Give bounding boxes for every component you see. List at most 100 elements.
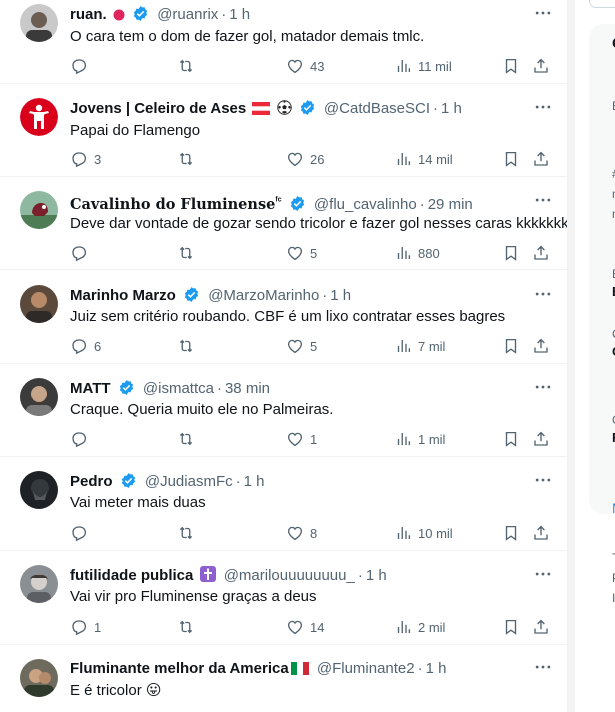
retweet-button[interactable] [177,336,195,356]
more-icon[interactable] [533,3,553,23]
tweet[interactable]: Marinho Marzo @MarzoMarinho · 1 h Juiz sem… [0,270,567,364]
search-box-edge[interactable] [589,0,615,8]
display-name[interactable]: Jovens | Celeiro de Ases [70,100,246,117]
tweet[interactable]: futilidade publica @marilouuuuuuuu_ · 1 h … [0,551,567,645]
timestamp[interactable]: 1 h [441,100,462,117]
share-button[interactable] [532,56,550,76]
share-button[interactable] [532,429,550,449]
reply-button[interactable] [70,523,94,543]
display-name[interactable]: MATT [70,380,111,397]
tweet[interactable]: Jovens | Celeiro de Ases @CatdBaseSCI · 1 … [0,84,567,177]
share-button[interactable] [532,336,550,356]
italy-flag-emoji [290,661,309,679]
tweet[interactable]: Cavalinho do Fluminenseᶠᶜ @flu_cavalinho… [0,177,567,270]
like-button[interactable]: 1 [286,429,317,449]
heart-icon [287,620,303,635]
retweet-button[interactable] [177,429,195,449]
retweet-button[interactable] [177,617,195,637]
share-button[interactable] [532,243,550,263]
soccer-ball-emoji [276,100,292,119]
bookmark-button[interactable] [502,429,520,449]
bookmark-button[interactable] [502,523,520,543]
views-button[interactable]: 2 mil [394,617,445,637]
more-icon[interactable] [533,97,553,117]
retweet-button[interactable] [177,243,195,263]
retweet-button[interactable] [177,523,195,543]
views-button[interactable]: 7 mil [394,336,445,356]
timestamp[interactable]: 1 h [426,660,447,677]
timestamp[interactable]: 1 h [366,567,387,584]
reply-button[interactable]: 3 [70,149,101,169]
more-icon[interactable] [533,284,553,304]
bookmark-button[interactable] [502,149,520,169]
tweet[interactable]: ruan. @ruanrix · 1 h O cara tem o dom de f… [0,0,567,84]
user-handle[interactable]: @MarzoMarinho [208,287,319,304]
user-handle[interactable]: @ismattca [143,380,214,397]
user-handle[interactable]: @Fluminante2 [317,660,415,677]
share-button[interactable] [532,149,550,169]
more-icon[interactable] [533,657,553,677]
timestamp[interactable]: 38 min [225,380,270,397]
views-icon [397,433,411,445]
user-handle[interactable]: @flu_cavalinho [314,196,417,212]
timestamp[interactable]: 1 h [244,473,265,490]
scrollbar-track[interactable] [568,0,575,712]
reply-button[interactable]: 6 [70,336,101,356]
retweet-button[interactable] [177,56,195,76]
timestamp[interactable]: 29 min [428,196,473,212]
like-button[interactable]: 26 [286,149,324,169]
display-name[interactable]: ruan. [70,6,107,23]
tweet[interactable]: Pedro @JudiasmFc · 1 h Vai meter mais duas… [0,457,567,551]
views-button[interactable]: 880 [394,243,440,263]
avatar[interactable] [20,659,58,697]
bookmark-button[interactable] [502,56,520,76]
views-button[interactable]: 14 mil [394,149,453,169]
like-button[interactable]: 14 [286,617,324,637]
avatar[interactable] [20,191,58,229]
tweet-text: E é tricolor 😛 [70,682,162,699]
more-icon[interactable] [533,190,553,210]
bookmark-button[interactable] [502,617,520,637]
reply-button[interactable]: 1 [70,617,101,637]
user-handle[interactable]: @ruanrix [157,6,218,23]
avatar[interactable] [20,4,58,42]
reply-button[interactable] [70,56,94,76]
display-name[interactable]: futilidade publica [70,567,193,584]
more-icon[interactable] [533,564,553,584]
retweet-button[interactable] [177,149,195,169]
user-handle[interactable]: @JudiasmFc [145,473,233,490]
avatar[interactable] [20,285,58,323]
avatar[interactable] [20,98,58,136]
tweet-header: Marinho Marzo @MarzoMarinho · 1 h [70,286,508,306]
share-button[interactable] [532,617,550,637]
reply-button[interactable] [70,429,94,449]
display-name[interactable]: Marinho Marzo [70,287,176,304]
avatar[interactable] [20,378,58,416]
display-name[interactable]: Fluminante melhor da America [70,660,289,677]
like-count: 14 [310,619,325,635]
bookmark-button[interactable] [502,243,520,263]
tweet[interactable]: MATT @ismattca · 38 min Craque. Queria mui… [0,364,567,457]
user-handle[interactable]: @CatdBaseSCI [324,100,430,117]
like-button[interactable]: 8 [286,523,317,543]
views-button[interactable]: 1 mil [394,429,445,449]
timestamp[interactable]: 1 h [330,287,351,304]
views-button[interactable]: 11 mil [394,56,452,76]
reply-button[interactable] [70,243,94,263]
like-button[interactable]: 5 [286,336,317,356]
avatar[interactable] [20,565,58,603]
views-button[interactable]: 10 mil [394,523,453,543]
bookmark-button[interactable] [502,336,520,356]
verified-badge-icon [133,6,148,21]
avatar[interactable] [20,471,58,509]
tweet[interactable]: Fluminante melhor da America @Fluminante… [0,645,567,712]
share-button[interactable] [532,523,550,543]
user-handle[interactable]: @marilouuuuuuuu_ [224,567,355,584]
display-name[interactable]: Pedro [70,473,113,490]
more-icon[interactable] [533,470,553,490]
more-icon[interactable] [533,377,553,397]
like-button[interactable]: 5 [286,243,317,263]
like-button[interactable]: 43 [286,56,324,76]
display-name[interactable]: Cavalinho do Fluminense [70,196,275,212]
timestamp[interactable]: 1 h [229,6,250,23]
